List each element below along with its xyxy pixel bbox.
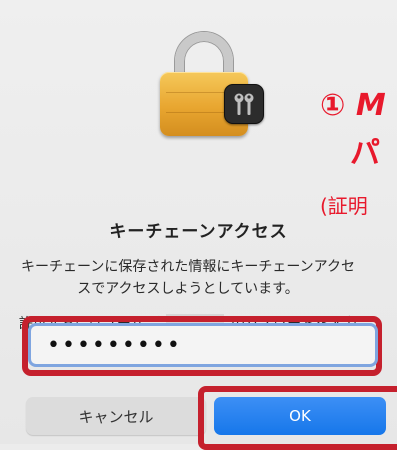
annotation-step1-line2: パ	[350, 136, 380, 171]
keys-icon	[224, 84, 264, 124]
dialog-title: キーチェーンアクセス	[109, 222, 288, 242]
cancel-button[interactable]: キャンセル	[26, 397, 206, 435]
annotation-step1-line3: (証明	[320, 194, 368, 218]
keychain-auth-dialog: キーチェーンアクセス キーチェーンに保存された情報にキーチェーンアクセスでアクセ…	[0, 0, 397, 450]
ok-button-highlight	[198, 386, 397, 450]
password-input[interactable]	[28, 323, 378, 367]
keychain-access-padlock-icon	[160, 32, 270, 136]
dialog-message: キーチェーンに保存された情報にキーチェーンアクセスでアクセスしようとしています。	[21, 259, 355, 297]
annotation-step1-line1: ① M	[320, 88, 386, 123]
